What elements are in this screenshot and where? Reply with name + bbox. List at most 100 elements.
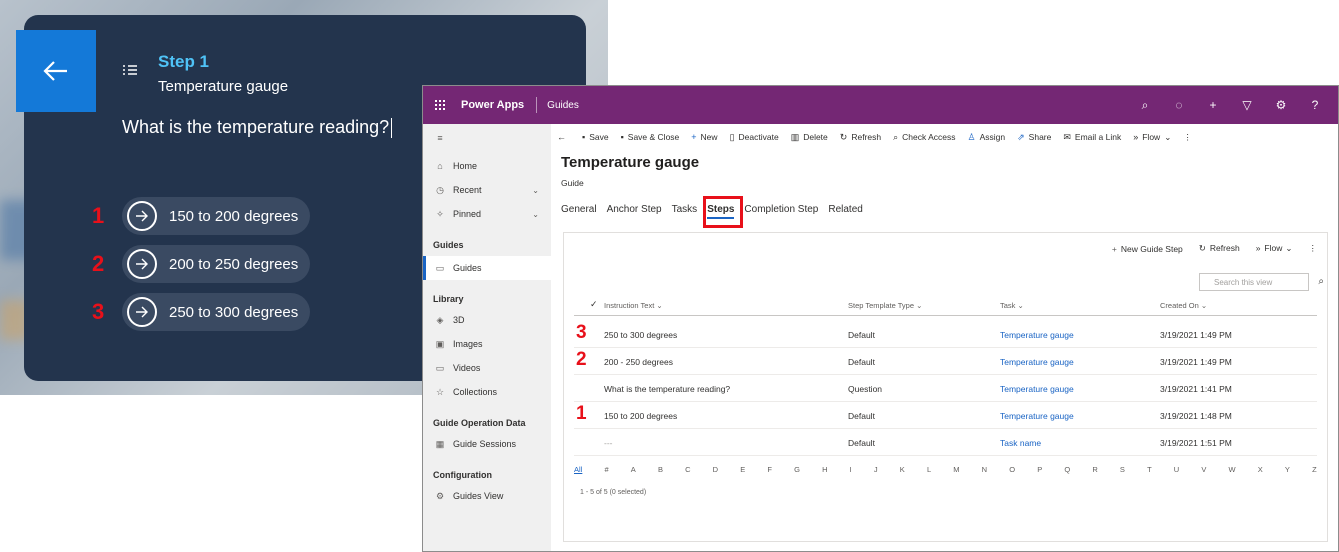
column-header-label: Step Template Type	[848, 301, 915, 310]
share-icon: ⇗	[1017, 131, 1025, 142]
alphabet-letter[interactable]: O	[1009, 465, 1015, 474]
sidebar-item-videos[interactable]: ▭ Videos	[423, 356, 551, 380]
assign-button[interactable]: ♙ Assign	[968, 132, 1006, 143]
plus-icon: +	[1111, 243, 1117, 254]
share-button[interactable]: ⇗ Share	[1017, 132, 1051, 143]
search-input[interactable]: Search this view ⌕	[1199, 273, 1324, 291]
table-row[interactable]: 1 150 to 200 degrees Default Temperature…	[574, 402, 1317, 429]
table-row[interactable]: What is the temperature reading? Questio…	[574, 375, 1317, 402]
alphabet-letter[interactable]: G	[794, 465, 800, 474]
alphabet-letter[interactable]: All	[574, 465, 582, 474]
plus-icon[interactable]: +	[1206, 98, 1220, 112]
more-button[interactable]: ⋮	[1183, 132, 1192, 143]
sidebar-item-collections[interactable]: ☆ Collections	[423, 380, 551, 404]
sidebar-item-recent[interactable]: ◷ Recent ⌄	[423, 178, 551, 202]
alphabet-letter[interactable]: J	[874, 465, 878, 474]
flow-button[interactable]: » Flow ⌄	[1133, 132, 1171, 143]
tab-anchor-step[interactable]: Anchor Step	[607, 204, 662, 215]
column-header[interactable]: Task ⌄	[1000, 301, 1024, 310]
alphabet-letter[interactable]: F	[767, 465, 772, 474]
choice-button[interactable]: 250 to 300 degrees	[122, 293, 310, 331]
alphabet-letter[interactable]: I	[850, 465, 852, 474]
alphabet-letter[interactable]: S	[1120, 465, 1125, 474]
tab-general[interactable]: General	[561, 204, 597, 215]
sidebar-item-guides[interactable]: ▭ Guides	[423, 256, 551, 280]
cell-task-link[interactable]: Temperature gauge	[1000, 384, 1074, 394]
alphabet-letter[interactable]: M	[953, 465, 959, 474]
sidebar-item-images[interactable]: ▣ Images	[423, 332, 551, 356]
alphabet-letter[interactable]: E	[740, 465, 745, 474]
alphabet-letter[interactable]: K	[900, 465, 905, 474]
save-button[interactable]: ▪ Save	[582, 132, 609, 142]
sidebar-item-guides-view[interactable]: ⚙ Guides View	[423, 484, 551, 508]
annotation-number: 3	[92, 299, 105, 324]
alphabet-letter[interactable]: P	[1037, 465, 1042, 474]
search-icon[interactable]: ⌕	[1138, 98, 1152, 113]
delete-button[interactable]: ▥ Delete	[791, 132, 828, 143]
table-row[interactable]: 2 200 - 250 degrees Default Temperature …	[574, 348, 1317, 375]
sidebar-item-label: Images	[453, 339, 483, 349]
deactivate-button[interactable]: ▯ Deactivate	[730, 132, 779, 143]
check-access-button[interactable]: ⌕ Check Access	[893, 132, 955, 143]
choice-button[interactable]: 150 to 200 degrees	[122, 197, 310, 235]
sidebar-item-label: Videos	[453, 363, 481, 373]
alphabet-letter[interactable]: A	[631, 465, 636, 474]
search-icon[interactable]: ⌕	[1318, 276, 1324, 287]
sidebar-item-home[interactable]: ⌂ Home	[423, 154, 551, 178]
back-button[interactable]: ←	[557, 132, 570, 142]
save-close-icon: ▪	[620, 132, 624, 142]
email-link-button[interactable]: ✉ Email a Link	[1063, 132, 1121, 143]
column-header[interactable]: Created On ⌄	[1160, 301, 1207, 310]
brand-name[interactable]: Power Apps	[461, 99, 524, 111]
app-launcher-icon[interactable]	[435, 100, 445, 110]
alphabet-letter[interactable]: Y	[1285, 465, 1290, 474]
column-header[interactable]: Instruction Text ⌄	[604, 301, 663, 310]
filter-icon[interactable]: ▽	[1240, 98, 1254, 112]
alphabet-letter[interactable]: H	[822, 465, 827, 474]
lightbulb-icon[interactable]: ◌	[1172, 98, 1186, 112]
alphabet-letter[interactable]: B	[658, 465, 663, 474]
tab-tasks[interactable]: Tasks	[672, 204, 698, 215]
alphabet-letter[interactable]: T	[1147, 465, 1152, 474]
table-row[interactable]: 3 250 to 300 degrees Default Temperature…	[574, 321, 1317, 348]
sidebar-item-pinned[interactable]: ✧ Pinned ⌄	[423, 202, 551, 226]
tab-completion-step[interactable]: Completion Step	[744, 204, 818, 215]
alphabet-letter[interactable]: D	[713, 465, 718, 474]
column-header[interactable]: Step Template Type ⌄	[848, 301, 922, 310]
cell-instruction: 250 to 300 degrees	[604, 330, 678, 340]
alphabet-letter[interactable]: C	[685, 465, 690, 474]
alphabet-letter[interactable]: X	[1258, 465, 1263, 474]
tab-related[interactable]: Related	[828, 204, 862, 215]
new-guide-step-button[interactable]: + New Guide Step	[1112, 244, 1183, 254]
cell-task-link[interactable]: Temperature gauge	[1000, 357, 1074, 367]
cell-task-link[interactable]: Temperature gauge	[1000, 411, 1074, 421]
save-close-button[interactable]: ▪ Save & Close	[621, 132, 680, 142]
alphabet-letter[interactable]: N	[982, 465, 987, 474]
app-name[interactable]: Guides	[547, 100, 579, 111]
cell-task-link[interactable]: Task name	[1000, 438, 1041, 448]
sidebar-item-3d[interactable]: ◈ 3D	[423, 308, 551, 332]
back-button[interactable]	[16, 30, 96, 112]
alphabet-letter[interactable]: U	[1174, 465, 1179, 474]
settings-icon[interactable]: ⚙	[1274, 98, 1288, 112]
alphabet-letter[interactable]: R	[1092, 465, 1097, 474]
more-vertical-icon[interactable]: ⋮	[1309, 243, 1318, 254]
cell-task-link[interactable]: Temperature gauge	[1000, 330, 1074, 340]
alphabet-letter[interactable]: V	[1201, 465, 1206, 474]
alphabet-letter[interactable]: Z	[1312, 465, 1317, 474]
table-row[interactable]: --- Default Task name 3/19/2021 1:51 PM	[574, 429, 1317, 456]
alphabet-letter[interactable]: Q	[1064, 465, 1070, 474]
choice-button[interactable]: 200 to 250 degrees	[122, 245, 310, 283]
select-all-checkmark-icon[interactable]: ✓	[590, 299, 598, 310]
hamburger-menu[interactable]: ≡	[423, 126, 551, 150]
refresh-button[interactable]: ↻ Refresh	[840, 132, 881, 143]
new-button[interactable]: + New	[691, 132, 717, 142]
grid-flow-button[interactable]: » Flow ⌄	[1256, 243, 1293, 254]
grid-refresh-button[interactable]: ↻ Refresh	[1199, 243, 1240, 254]
sidebar-item-guide-sessions[interactable]: ▦ Guide Sessions	[423, 432, 551, 456]
alphabet-letter[interactable]: W	[1229, 465, 1236, 474]
alphabet-letter[interactable]: L	[927, 465, 931, 474]
alphabet-letter[interactable]: #	[604, 465, 608, 474]
help-icon[interactable]: ?	[1308, 98, 1322, 112]
list-icon[interactable]	[122, 63, 138, 79]
